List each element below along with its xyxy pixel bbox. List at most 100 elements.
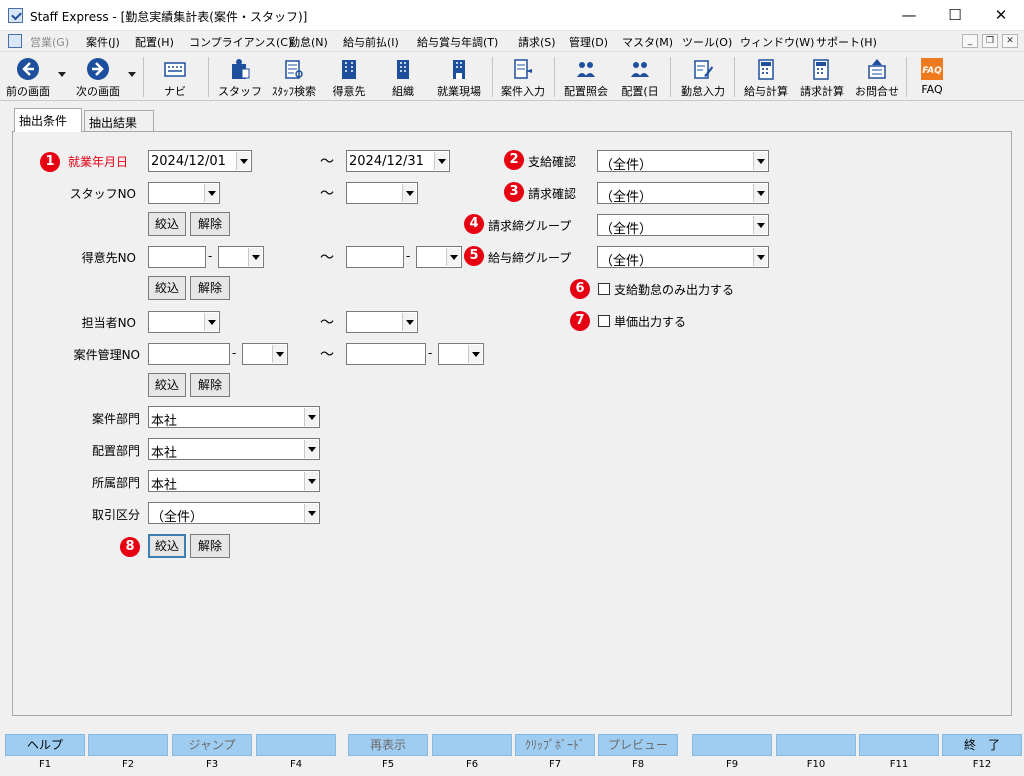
attendance-input-button[interactable]: 勤怠入力 <box>676 55 730 99</box>
work-date-from-combo[interactable]: 2024/12/01 <box>148 150 252 172</box>
chevron-down-icon[interactable] <box>753 152 767 170</box>
menu-support[interactable]: サポート(H) <box>816 34 877 50</box>
staff-clear-button[interactable]: 解除 <box>190 212 230 236</box>
case-mgmt-no-to-sub-combo[interactable] <box>438 343 484 365</box>
case-mgmt-no-to-input[interactable] <box>346 343 426 365</box>
staff-search-button[interactable]: ｽﾀｯﾌ検索 <box>268 55 320 99</box>
worksite-button[interactable]: 就業現場 <box>432 55 486 99</box>
menu-compliance[interactable]: コンプライアンス(C) <box>189 34 292 50</box>
chevron-down-icon[interactable] <box>446 248 460 266</box>
unit-price-output-label[interactable]: 単価出力する <box>614 313 686 330</box>
navi-button[interactable]: ナビ <box>155 55 195 99</box>
forward-dropdown-icon[interactable] <box>128 72 136 77</box>
assign-inquiry-button[interactable]: 配置照会 <box>558 55 614 99</box>
billing-close-group-combo[interactable]: （全件） <box>597 214 769 237</box>
dept-filter-button[interactable]: 絞込 <box>148 534 186 558</box>
unit-price-output-checkbox[interactable] <box>598 315 610 327</box>
chevron-down-icon[interactable] <box>272 345 286 363</box>
menu-case[interactable]: 案件(J) <box>86 34 120 50</box>
mdi-minimize-button[interactable]: _ <box>962 34 978 48</box>
customer-no-to-input[interactable] <box>346 246 404 268</box>
customer-filter-button[interactable]: 絞込 <box>148 276 186 300</box>
pay-attendance-only-checkbox[interactable] <box>598 283 610 295</box>
chevron-down-icon[interactable] <box>304 504 318 522</box>
chevron-down-icon[interactable] <box>753 184 767 202</box>
menu-payroll[interactable]: 給与賞与年調(T) <box>417 34 498 50</box>
forward-button[interactable]: 次の画面 <box>72 55 124 99</box>
payroll-calc-button[interactable]: 給与計算 <box>740 55 792 99</box>
f2-button[interactable] <box>88 734 168 756</box>
customer-no-from-input[interactable] <box>148 246 206 268</box>
organization-button[interactable]: 組織 <box>382 55 424 99</box>
chevron-down-icon[interactable] <box>236 152 250 170</box>
back-dropdown-icon[interactable] <box>58 72 66 77</box>
assign-dept-combo[interactable]: 本社 <box>148 438 320 461</box>
chevron-down-icon[interactable] <box>204 313 218 331</box>
menu-window[interactable]: ウィンドウ(W) <box>740 34 814 50</box>
faq-button[interactable]: FAQ FAQ <box>912 55 952 99</box>
chevron-down-icon[interactable] <box>304 472 318 490</box>
f4-button[interactable] <box>256 734 336 756</box>
chevron-down-icon[interactable] <box>248 248 262 266</box>
menu-attendance[interactable]: 勤怠(N) <box>289 34 328 50</box>
staff-no-to-combo[interactable] <box>346 182 418 204</box>
minimize-button[interactable]: — <box>886 0 932 31</box>
case-filter-button[interactable]: 絞込 <box>148 373 186 397</box>
maximize-button[interactable]: ☐ <box>932 0 978 31</box>
pay-attendance-only-label[interactable]: 支給勤怠のみ出力する <box>614 281 734 298</box>
staff-no-from-combo[interactable] <box>148 182 220 204</box>
case-input-button[interactable]: 案件入力 <box>496 55 550 99</box>
chevron-down-icon[interactable] <box>434 152 448 170</box>
case-clear-button[interactable]: 解除 <box>190 373 230 397</box>
pay-confirm-combo[interactable]: （全件） <box>597 150 769 173</box>
close-button[interactable]: ✕ <box>978 0 1024 31</box>
chevron-down-icon[interactable] <box>753 248 767 266</box>
transaction-type-combo[interactable]: （全件） <box>148 502 320 525</box>
f3-jump-button[interactable]: ジャンプ <box>172 734 252 756</box>
chevron-down-icon[interactable] <box>204 184 218 202</box>
belong-dept-combo[interactable]: 本社 <box>148 470 320 493</box>
mdi-close-button[interactable]: ✕ <box>1002 34 1018 48</box>
customer-button[interactable]: 得意先 <box>328 55 370 99</box>
chevron-down-icon[interactable] <box>304 440 318 458</box>
customer-no-from-sub-combo[interactable] <box>218 246 264 268</box>
chevron-down-icon[interactable] <box>753 216 767 234</box>
pay-close-group-combo[interactable]: （全件） <box>597 246 769 269</box>
menu-billing[interactable]: 請求(S) <box>518 34 556 50</box>
inquiry-button[interactable]: お問合せ <box>852 55 902 99</box>
chevron-down-icon[interactable] <box>304 408 318 426</box>
staff-button[interactable]: スタッフ <box>218 55 262 99</box>
billing-confirm-combo[interactable]: （全件） <box>597 182 769 205</box>
menu-master[interactable]: マスタ(M) <box>622 34 673 50</box>
f11-button[interactable] <box>859 734 939 756</box>
menu-advance-pay[interactable]: 給与前払(I) <box>343 34 399 50</box>
staff-filter-button[interactable]: 絞込 <box>148 212 186 236</box>
assign-day-button[interactable]: 配置(日 <box>616 55 664 99</box>
person-in-charge-to-combo[interactable] <box>346 311 418 333</box>
menu-tools[interactable]: ツール(O) <box>682 34 732 50</box>
f12-exit-button[interactable]: 終 了 <box>942 734 1022 756</box>
case-mgmt-no-from-input[interactable] <box>148 343 230 365</box>
tab-extract-results[interactable]: 抽出結果 <box>84 110 154 132</box>
menu-management[interactable]: 管理(D) <box>569 34 608 50</box>
chevron-down-icon[interactable] <box>402 313 416 331</box>
person-in-charge-from-combo[interactable] <box>148 311 220 333</box>
back-button[interactable]: 前の画面 <box>2 55 54 99</box>
dept-clear-button[interactable]: 解除 <box>190 534 230 558</box>
menu-sales[interactable]: 営業(G) <box>30 34 69 50</box>
f1-help-button[interactable]: ヘルプ <box>5 734 85 756</box>
f9-button[interactable] <box>692 734 772 756</box>
customer-no-to-sub-combo[interactable] <box>416 246 462 268</box>
chevron-down-icon[interactable] <box>468 345 482 363</box>
chevron-down-icon[interactable] <box>402 184 416 202</box>
mdi-restore-button[interactable]: ❐ <box>982 34 998 48</box>
document-icon[interactable] <box>8 34 22 48</box>
tab-extract-conditions[interactable]: 抽出条件 <box>14 108 82 132</box>
menu-assignment[interactable]: 配置(H) <box>135 34 174 50</box>
f8-preview-button[interactable]: プレビュー <box>598 734 678 756</box>
billing-calc-button[interactable]: 請求計算 <box>796 55 848 99</box>
work-date-to-combo[interactable]: 2024/12/31 <box>346 150 450 172</box>
f6-button[interactable] <box>432 734 512 756</box>
f10-button[interactable] <box>776 734 856 756</box>
f5-refresh-button[interactable]: 再表示 <box>348 734 428 756</box>
